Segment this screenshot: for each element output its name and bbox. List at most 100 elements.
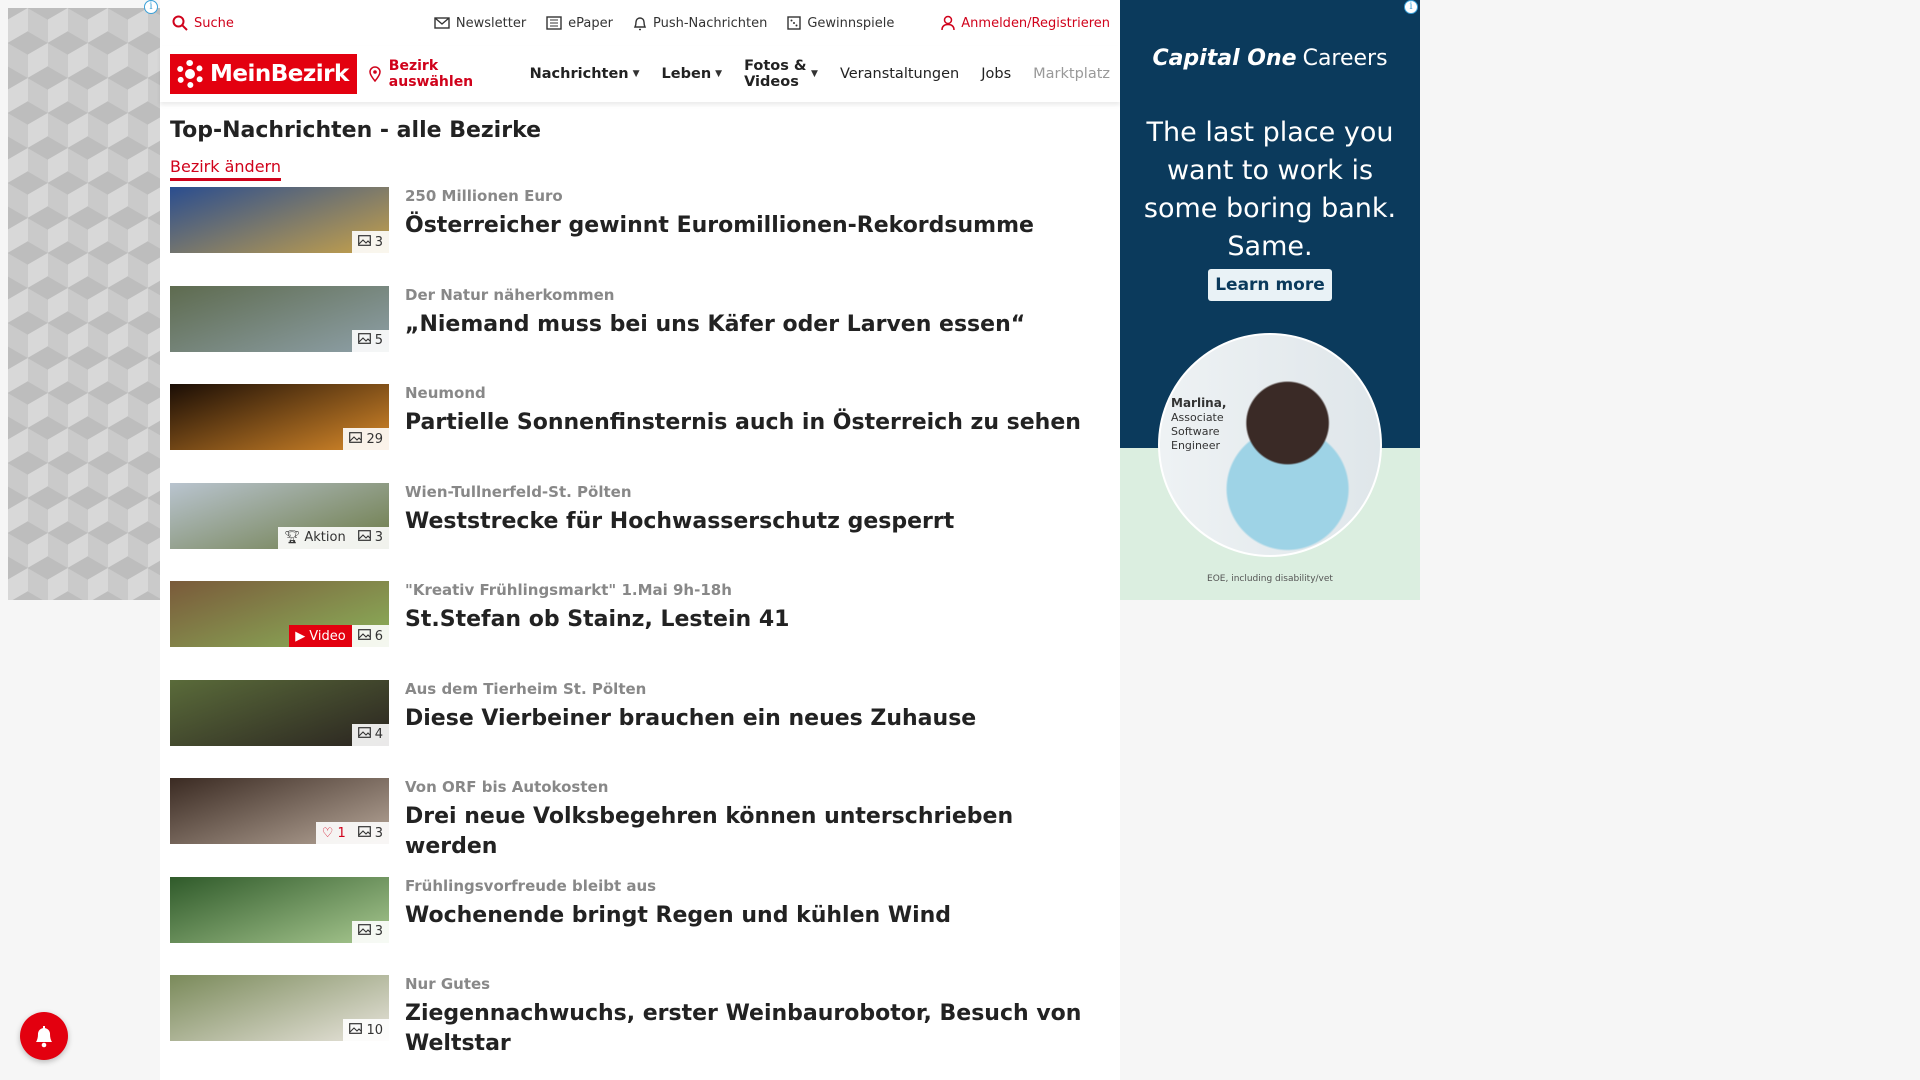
photo-count: 3 — [374, 924, 383, 939]
article-item[interactable]: 10 Nur Gutes Ziegennachwuchs, erster Wei… — [170, 975, 1110, 1074]
ad-learn-more-button[interactable]: Learn more — [1208, 269, 1332, 301]
nav-item-nachrichten[interactable]: Nachrichten ▼ — [530, 66, 640, 82]
article-thumbnail[interactable]: ▶ Video 6 — [170, 581, 389, 647]
ad-brand-name: Capital One — [1152, 46, 1297, 71]
article-item[interactable]: ▶ Video 6 "Kreativ Frühlingsmarkt" 1.Mai 9… — [170, 581, 1110, 680]
article-kicker: Frühlingsvorfreude bleibt aus — [405, 876, 657, 895]
district-label: Bezirk auswählen — [388, 58, 474, 90]
capital-one-ad[interactable]: Capital One Careers The last place you wa… — [1120, 0, 1420, 600]
page: i Suche Newsletter ePaper Push-Nachricht… — [0, 0, 1920, 1080]
photo-count: 5 — [374, 333, 383, 348]
action-label: Aktion — [304, 530, 346, 545]
push-notification-button[interactable] — [20, 1012, 68, 1060]
thumbnail-badges: 5 — [351, 329, 389, 352]
bell-icon — [33, 1024, 55, 1048]
article-headline[interactable]: Drei neue Volksbegehren können unterschr… — [405, 802, 1085, 862]
article-thumbnail[interactable]: 29 — [170, 384, 389, 450]
video-badge: ▶ Video — [289, 625, 352, 647]
login-link[interactable]: Anmelden/Registrieren — [941, 15, 1110, 31]
photo-count-badge: 3 — [351, 822, 389, 844]
article-item[interactable]: 5 Der Natur näherkommen „Niemand muss be… — [170, 285, 1110, 385]
nav-label: Jobs — [981, 66, 1012, 82]
heart-icon: ♡ — [321, 825, 334, 841]
ad-tagline: The last place you want to work is some … — [1143, 117, 1397, 262]
ad-person-role-1: Associate — [1171, 411, 1224, 424]
photo-count-badge: 3 — [351, 920, 389, 943]
search-link[interactable]: Suche — [172, 15, 234, 31]
article-thumbnail[interactable]: 🏆︎ Aktion 3 — [170, 482, 389, 549]
article-headline[interactable]: St.Stefan ob Stainz, Lestein 41 — [405, 605, 789, 635]
image-icon — [357, 234, 371, 250]
article-text: "Kreativ Frühlingsmarkt" 1.Mai 9h-18h St… — [405, 581, 789, 635]
newsletter-link[interactable]: Newsletter — [434, 16, 526, 31]
bell-icon — [633, 16, 647, 31]
adchoices-icon[interactable]: i — [1404, 0, 1418, 14]
photo-count-badge: 5 — [351, 329, 389, 352]
left-skin-ad[interactable] — [8, 8, 160, 600]
article-headline[interactable]: Diese Vierbeiner brauchen ein neues Zuha… — [405, 704, 976, 734]
article-headline[interactable]: Wochenende bringt Regen und kühlen Wind — [405, 901, 951, 931]
ad-info-icon[interactable]: i — [144, 0, 158, 14]
article-kicker: Nur Gutes — [405, 975, 491, 993]
article-thumbnail[interactable]: 10 — [170, 975, 389, 1041]
chevron-down-icon: ▼ — [715, 69, 723, 79]
article-item[interactable]: 4 Aus dem Tierheim St. Pölten Diese Vier… — [170, 679, 1110, 779]
ad-brand: Capital One Careers — [1120, 46, 1420, 71]
image-icon — [357, 628, 371, 644]
nav-item-leben[interactable]: Leben ▼ — [662, 66, 723, 82]
article-headline[interactable]: Österreicher gewinnt Euromillionen-Rekor… — [405, 211, 1034, 241]
meinbezirk-logo[interactable]: MeinBezirk — [170, 54, 357, 94]
article-kicker: Der Natur näherkommen — [405, 285, 615, 304]
nav-item-fotos-videos[interactable]: Fotos & Videos ▼ — [744, 58, 818, 90]
article-text: 250 Millionen Euro Österreicher gewinnt … — [405, 187, 1034, 241]
article-headline[interactable]: „Niemand muss bei uns Käfer oder Larven … — [405, 310, 1025, 340]
epaper-label: ePaper — [568, 15, 613, 31]
nav-item-marktplatz[interactable]: Marktplatz — [1033, 66, 1110, 82]
search-label: Suche — [194, 15, 234, 31]
push-label: Push-Nachrichten — [653, 15, 768, 31]
article-headline[interactable]: Partielle Sonnenfinsternis auch in Öster… — [405, 408, 1081, 438]
article-list: 3 250 Millionen Euro Österreicher gewinn… — [170, 187, 1110, 1074]
photo-count-badge: 3 — [351, 526, 389, 549]
change-district-link[interactable]: Bezirk ändern — [170, 157, 281, 181]
image-icon — [357, 825, 371, 841]
nav-item-jobs[interactable]: Jobs — [981, 66, 1011, 82]
image-icon — [357, 727, 371, 742]
push-link[interactable]: Push-Nachrichten — [633, 16, 767, 31]
article-thumbnail[interactable]: 4 — [170, 679, 389, 746]
article-thumbnail[interactable]: 5 — [170, 285, 389, 352]
thumbnail-badges: ▶ Video 6 — [289, 625, 389, 647]
article-item[interactable]: ♡ 1 3 Von ORF bis Autokosten Drei neue Vol… — [170, 778, 1110, 877]
image-icon — [357, 924, 371, 939]
content-area: Top-Nachrichten - alle Bezirke Bezirk än… — [160, 102, 1120, 1074]
contests-link[interactable]: Gewinnspiele — [787, 16, 894, 31]
article-text: Von ORF bis Autokosten Drei neue Volksbe… — [405, 778, 1085, 862]
photo-count: 3 — [374, 530, 383, 545]
main-nav: MeinBezirk Bezirk auswählen Nachrichten ▼… — [160, 46, 1120, 102]
photo-count-badge: 4 — [351, 723, 389, 746]
photo-count: 10 — [366, 1022, 383, 1038]
article-item[interactable]: 3 Frühlingsvorfreude bleibt aus Wochenen… — [170, 876, 1110, 976]
epaper-link[interactable]: ePaper — [546, 16, 613, 31]
article-headline[interactable]: Weststrecke für Hochwasserschutz gesperr… — [405, 507, 954, 537]
article-thumbnail[interactable]: ♡ 1 3 — [170, 778, 389, 844]
article-headline[interactable]: Ziegennachwuchs, erster Weinbaurobotor, … — [405, 999, 1085, 1059]
logo-gear-icon — [176, 60, 204, 88]
article-item[interactable]: 3 250 Millionen Euro Österreicher gewinn… — [170, 187, 1110, 286]
article-item[interactable]: 29 Neumond Partielle Sonnenfinsternis au… — [170, 384, 1110, 483]
nav-item-veranstaltungen[interactable]: Veranstaltungen — [840, 66, 959, 82]
action-badge: 🏆︎ Aktion — [277, 526, 352, 549]
district-select[interactable]: Bezirk auswählen — [369, 58, 513, 90]
newspaper-icon — [546, 16, 562, 30]
section-title: Top-Nachrichten - alle Bezirke — [170, 118, 542, 143]
main-column: Suche Newsletter ePaper Push-Nachrichten — [160, 0, 1120, 1080]
nav-label: Marktplatz — [1033, 66, 1110, 82]
article-kicker: Neumond — [405, 384, 486, 402]
login-label: Anmelden/Registrieren — [961, 15, 1110, 31]
image-icon — [349, 431, 363, 447]
dice-icon — [787, 16, 802, 30]
article-thumbnail[interactable]: 3 — [170, 187, 389, 253]
article-item[interactable]: 🏆︎ Aktion 3 Wien-Tullnerfeld-St. Pölten We… — [170, 482, 1110, 582]
logo-text: MeinBezirk — [210, 61, 349, 87]
article-thumbnail[interactable]: 3 — [170, 876, 389, 943]
